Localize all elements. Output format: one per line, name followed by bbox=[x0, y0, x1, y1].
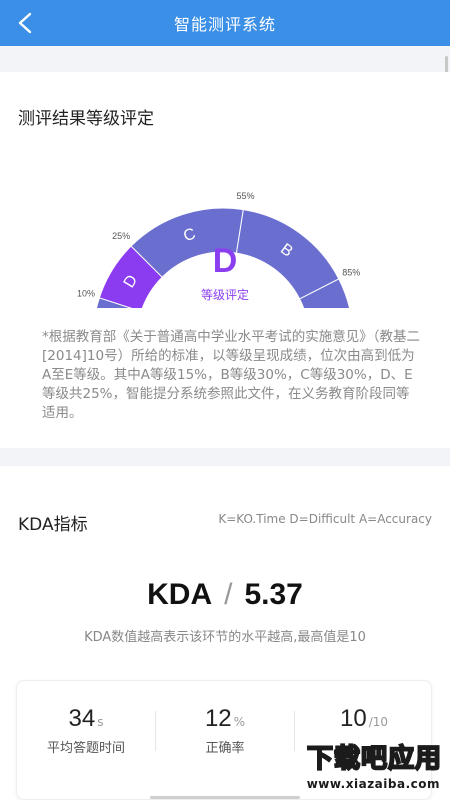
stat-avg-time: 34 s 平均答题时间 bbox=[17, 705, 155, 756]
stat-label: 正确率 bbox=[205, 741, 245, 756]
kda-separator: / bbox=[224, 578, 233, 611]
back-button[interactable] bbox=[10, 8, 40, 38]
stat-unit: s bbox=[97, 715, 104, 729]
grade-note: *根据教育部《关于普通高中学业水平考试的实施意见》（教基二[2014]10号）所… bbox=[42, 329, 420, 421]
watermark-logo: 下载吧应用 bbox=[306, 743, 442, 775]
stat-accuracy: 12% 正确率 bbox=[156, 705, 294, 756]
stat-value: 12 bbox=[204, 705, 232, 732]
kda-label: KDA bbox=[147, 578, 213, 611]
grade-letter: D bbox=[212, 242, 238, 280]
app-header: 智能测评系统 bbox=[0, 0, 450, 46]
gauge-tick-label: 55% bbox=[237, 191, 255, 201]
kda-value: 5.37 bbox=[244, 578, 303, 611]
stat-value: 34 bbox=[68, 705, 96, 732]
stat-unit: % bbox=[233, 715, 246, 729]
stat-score: 10/10 bbox=[295, 705, 433, 737]
home-indicator bbox=[150, 796, 300, 799]
gauge-tick-label: 25% bbox=[112, 231, 130, 241]
stat-label: 平均答题时间 bbox=[46, 741, 125, 756]
stat-unit: /10 bbox=[368, 715, 388, 729]
watermark-url: www.xiazaiba.com bbox=[306, 777, 440, 791]
kda-score: KDA / 5.37 bbox=[0, 578, 450, 612]
grade-section-title: 测评结果等级评定 bbox=[18, 109, 154, 129]
stat-value: 10 bbox=[339, 705, 367, 732]
chevron-left-icon bbox=[18, 12, 32, 34]
kda-section-title: KDA指标 bbox=[18, 515, 88, 535]
grade-subtitle: 等级评定 bbox=[200, 288, 249, 302]
page-title: 智能测评系统 bbox=[173, 15, 276, 34]
kda-description: KDA数值越高表示该环节的水平越高,最高值是10 bbox=[84, 630, 366, 645]
kda-legend: K=KO.Time D=Difficult A=Accuracy bbox=[218, 512, 432, 526]
